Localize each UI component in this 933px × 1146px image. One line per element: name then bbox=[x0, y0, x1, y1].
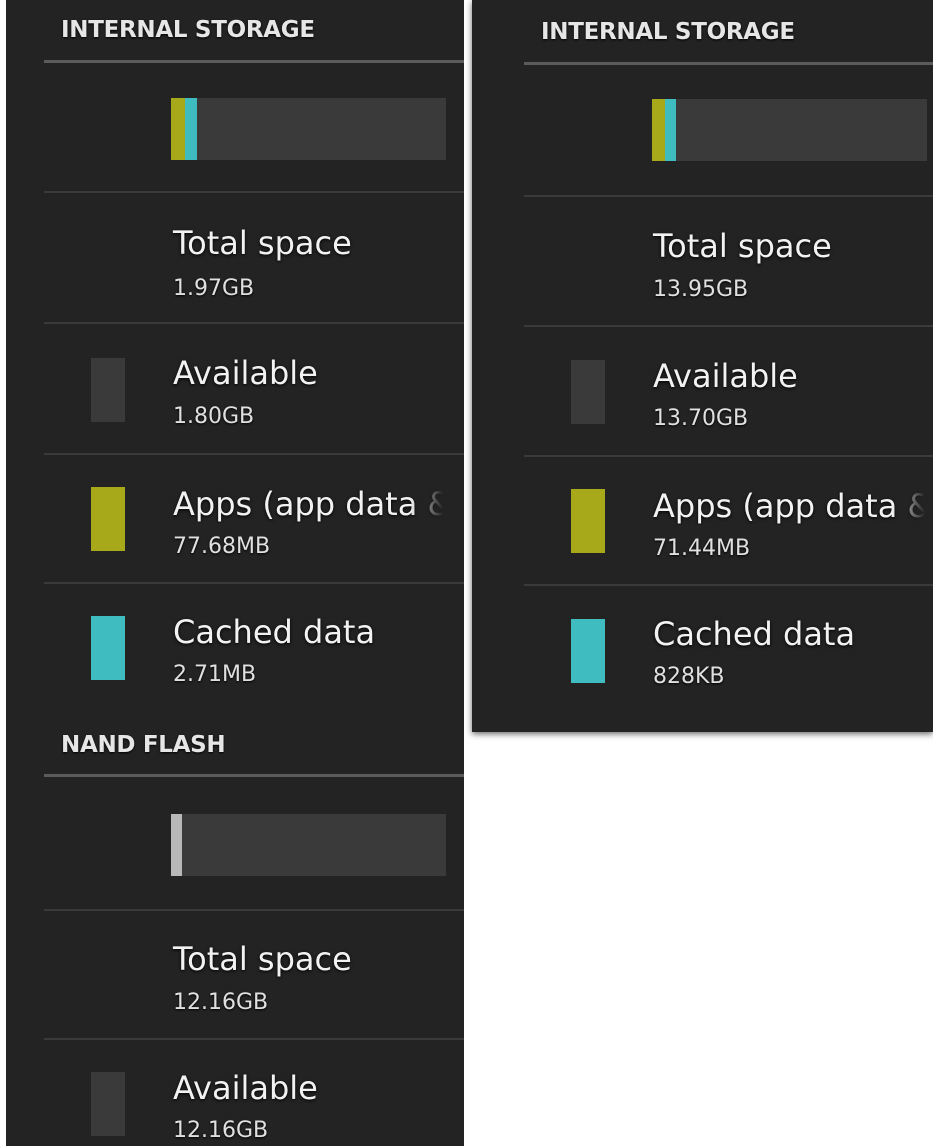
available-label: Available bbox=[653, 357, 798, 395]
row-divider bbox=[44, 582, 464, 584]
cached-data-label: Cached data bbox=[173, 613, 376, 651]
apps-label: Apps (app data & media content) bbox=[173, 485, 443, 523]
row-divider bbox=[44, 191, 464, 193]
usage-segment-cached bbox=[665, 99, 676, 161]
usage-segment-cached bbox=[185, 98, 197, 160]
row-divider bbox=[524, 455, 933, 457]
apps-value: 71.44MB bbox=[653, 536, 751, 561]
total-space-label: Total space bbox=[653, 227, 832, 265]
nand-total-space-label: Total space bbox=[173, 940, 352, 978]
cached-data-value: 2.71MB bbox=[173, 662, 257, 687]
row-divider bbox=[44, 322, 464, 324]
available-value: 1.80GB bbox=[173, 404, 255, 429]
storage-panel-left: INTERNAL STORAGE Total space 1.97GB Avai… bbox=[6, 0, 464, 1146]
storage-panel-right: INTERNAL STORAGE Total space 13.95GB Ava… bbox=[472, 0, 933, 732]
available-label: Available bbox=[173, 354, 318, 392]
available-value: 13.70GB bbox=[653, 406, 749, 431]
internal-storage-header: INTERNAL STORAGE bbox=[541, 19, 795, 45]
row-divider bbox=[524, 584, 933, 586]
header-divider bbox=[44, 60, 464, 63]
cached-data-value: 828KB bbox=[653, 664, 725, 689]
row-divider bbox=[524, 325, 933, 327]
row-divider bbox=[44, 909, 464, 911]
nand-flash-header: NAND FLASH bbox=[61, 732, 226, 758]
row-divider bbox=[44, 1038, 464, 1040]
nand-available-label: Available bbox=[173, 1069, 318, 1107]
row-divider bbox=[524, 195, 933, 197]
available-color-swatch bbox=[571, 360, 605, 424]
internal-storage-usage-bar bbox=[652, 99, 927, 161]
internal-storage-usage-bar bbox=[171, 98, 446, 160]
apps-label: Apps (app data & media content) bbox=[653, 487, 925, 525]
total-space-value: 1.97GB bbox=[173, 276, 255, 301]
nand-flash-usage-bar bbox=[171, 814, 446, 876]
available-color-swatch bbox=[91, 358, 125, 422]
cached-color-swatch bbox=[571, 619, 605, 683]
apps-color-swatch bbox=[91, 487, 125, 551]
cached-color-swatch bbox=[91, 616, 125, 680]
nand-total-space-value: 12.16GB bbox=[173, 990, 269, 1015]
cached-data-label: Cached data bbox=[653, 615, 856, 653]
apps-color-swatch bbox=[571, 489, 605, 553]
usage-segment-apps bbox=[652, 99, 665, 161]
nand-available-value: 12.16GB bbox=[173, 1118, 269, 1143]
usage-segment-apps bbox=[171, 98, 185, 160]
header-divider bbox=[524, 62, 933, 65]
total-space-value: 13.95GB bbox=[653, 277, 749, 302]
total-space-label: Total space bbox=[173, 224, 352, 262]
usage-segment-used bbox=[171, 814, 182, 876]
header-divider bbox=[44, 774, 464, 777]
apps-value: 77.68MB bbox=[173, 534, 271, 559]
internal-storage-header: INTERNAL STORAGE bbox=[61, 17, 315, 43]
nand-available-color-swatch bbox=[91, 1072, 125, 1136]
row-divider bbox=[44, 453, 464, 455]
